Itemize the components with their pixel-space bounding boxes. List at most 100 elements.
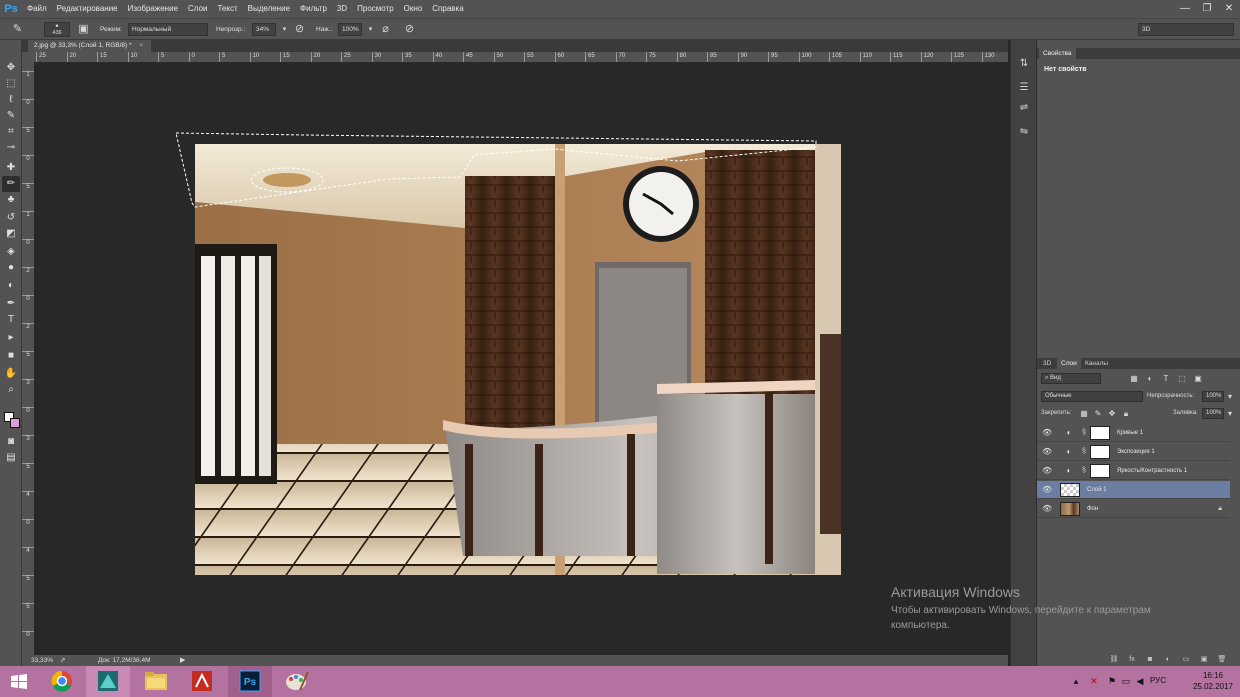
layer-row[interactable]: 👁︎ ◐ § Яркость/Контрастность 1	[1037, 462, 1230, 480]
tray-volume-icon[interactable]: ◀	[1134, 675, 1146, 687]
status-menu-arrow-icon[interactable]: ▶	[180, 655, 185, 666]
delete-layer-icon[interactable]: 🗑︎	[1217, 655, 1227, 665]
filter-smart-icon[interactable]: ▣	[1193, 373, 1203, 384]
mask-link-icon[interactable]: §	[1080, 428, 1088, 438]
opacity-field[interactable]: 34%	[252, 23, 276, 36]
menu-filter[interactable]: Фильтр	[295, 0, 332, 18]
opacity-dropdown-icon[interactable]: ▾	[277, 22, 292, 37]
zoom-level[interactable]: 33,33%	[31, 655, 53, 666]
tray-network-warning-icon[interactable]: ✕	[1088, 675, 1100, 687]
fill-field[interactable]: 100%	[1202, 408, 1224, 419]
export-icon[interactable]: ⇗	[60, 655, 65, 666]
lock-pixels-icon[interactable]: ✎	[1093, 408, 1103, 419]
menu-window[interactable]: Окно	[399, 0, 428, 18]
layer-row[interactable]: 👁︎ Слой 1	[1037, 481, 1230, 499]
horizontal-ruler[interactable]: 25 20 15 10 5 0 5 10 15 20 25 30 35 40 45 50 55 60 65 70 75 8…	[34, 52, 1008, 63]
start-button[interactable]	[0, 666, 40, 697]
filter-type-icon[interactable]: T	[1161, 373, 1171, 384]
layer-name[interactable]: Кривые 1	[1117, 424, 1143, 442]
actions-panel-icon[interactable]: ⇋	[1015, 124, 1033, 140]
tab-3d[interactable]: 3D	[1039, 358, 1055, 369]
visibility-eye-icon[interactable]: 👁︎	[1042, 504, 1052, 514]
eraser-tool-icon[interactable]: ◩	[2, 226, 20, 242]
brush-size-picker[interactable]: • 436	[44, 22, 70, 37]
visibility-eye-icon[interactable]: 👁︎	[1042, 428, 1052, 438]
filter-shape-icon[interactable]: ⬚	[1177, 373, 1187, 384]
add-mask-icon[interactable]: ◙	[1145, 655, 1155, 665]
hand-tool-icon[interactable]: ✋	[2, 366, 20, 382]
layer-name[interactable]: Фон	[1087, 500, 1098, 518]
quick-select-tool-icon[interactable]: ✎	[2, 108, 20, 124]
zoom-tool-icon[interactable]: ⌕	[2, 382, 20, 398]
properties-panel-icon[interactable]: ☰	[1015, 80, 1033, 96]
taskbar-acrobat[interactable]	[180, 666, 224, 697]
stamp-tool-icon[interactable]: ♣	[2, 192, 20, 208]
document-info[interactable]: Док: 17,2M/38,4M	[98, 655, 150, 666]
mask-link-icon[interactable]: §	[1080, 447, 1088, 457]
visibility-eye-icon[interactable]: 👁︎	[1042, 447, 1052, 457]
layer-style-icon[interactable]: fx	[1127, 655, 1137, 665]
layer-blend-mode-select[interactable]: Обычные	[1041, 391, 1143, 402]
layer-row[interactable]: 👁︎ Фон 🔒︎	[1037, 500, 1230, 518]
tab-properties[interactable]: Свойства	[1039, 48, 1076, 59]
document-tab[interactable]: 2.jpg @ 33,3% (Слой 1, RGB/8) * ×	[28, 40, 152, 52]
minimize-button[interactable]: —	[1174, 0, 1196, 18]
filter-adjust-icon[interactable]: ◐	[1145, 373, 1155, 384]
new-layer-icon[interactable]: ▣	[1199, 655, 1209, 665]
layer-name[interactable]: Экспозиция 1	[1117, 443, 1155, 461]
menu-file[interactable]: Файл	[22, 0, 52, 18]
eyedropper-tool-icon[interactable]: ⊸	[2, 140, 20, 156]
tab-channels[interactable]: Каналы	[1081, 358, 1112, 369]
taskbar-photoshop[interactable]: Ps	[228, 666, 272, 697]
layer-thumbnail[interactable]	[1090, 445, 1110, 459]
menu-help[interactable]: Справка	[427, 0, 468, 18]
layer-thumbnail[interactable]	[1090, 426, 1110, 440]
bucket-tool-icon[interactable]: ◈	[2, 244, 20, 260]
menu-layers[interactable]: Слои	[183, 0, 212, 18]
workspace-select[interactable]: 3D	[1138, 23, 1234, 36]
brush-tool-icon[interactable]: ✏	[2, 176, 20, 192]
screen-mode-icon[interactable]: ▤	[2, 450, 20, 466]
history-panel-icon[interactable]: ⇅	[1015, 56, 1033, 72]
close-tab-icon[interactable]: ×	[139, 42, 143, 49]
brush-panel-icon[interactable]: ▣	[76, 22, 91, 37]
type-tool-icon[interactable]: T	[2, 312, 20, 328]
move-tool-icon[interactable]: ✥	[2, 60, 20, 76]
layer-opacity-field[interactable]: 100%	[1202, 391, 1224, 402]
healing-tool-icon[interactable]: ✚	[2, 160, 20, 176]
tray-monitor-icon[interactable]: ▭	[1120, 675, 1132, 687]
taskbar-explorer[interactable]	[134, 666, 178, 697]
taskbar-chrome[interactable]	[40, 666, 84, 697]
layer-thumbnail[interactable]	[1090, 464, 1110, 478]
history-brush-tool-icon[interactable]: ↺	[2, 210, 20, 226]
tablet-size-icon[interactable]: ⊘	[402, 22, 417, 37]
menu-view[interactable]: Просмотр	[352, 0, 399, 18]
mask-link-icon[interactable]: §	[1080, 466, 1088, 476]
layer-opacity-dropdown-icon[interactable]: ▾	[1225, 391, 1235, 402]
visibility-eye-icon[interactable]: 👁︎	[1042, 466, 1052, 476]
tab-layers[interactable]: Слои	[1057, 358, 1081, 369]
menu-3d[interactable]: 3D	[332, 0, 352, 18]
menu-type[interactable]: Текст	[212, 0, 242, 18]
tray-flag-icon[interactable]: ⚑	[1106, 675, 1118, 687]
layer-name[interactable]: Яркость/Контрастность 1	[1117, 462, 1187, 480]
lock-transparency-icon[interactable]: ▦	[1079, 408, 1089, 419]
pen-tool-icon[interactable]: ✒	[2, 296, 20, 312]
marquee-tool-icon[interactable]: ⬚	[2, 76, 20, 92]
ruler-origin[interactable]	[22, 52, 34, 63]
layer-row[interactable]: 👁︎ ◐ § Кривые 1	[1037, 424, 1230, 442]
tray-language[interactable]: РУС	[1150, 676, 1166, 685]
new-group-icon[interactable]: ▭	[1181, 655, 1191, 665]
lock-position-icon[interactable]: ✥	[1107, 408, 1117, 419]
layer-row[interactable]: 👁︎ ◐ § Экспозиция 1	[1037, 443, 1230, 461]
visibility-eye-icon[interactable]: 👁︎	[1042, 485, 1052, 495]
blend-mode-select[interactable]: Нормальный	[128, 23, 208, 36]
close-button[interactable]: ✕	[1218, 0, 1240, 18]
background-color-swatch[interactable]	[10, 418, 20, 428]
lock-all-icon[interactable]: 🔒︎	[1121, 408, 1131, 419]
new-adjustment-icon[interactable]: ◐	[1163, 655, 1173, 665]
quick-mask-icon[interactable]: ◙	[2, 434, 20, 450]
crop-tool-icon[interactable]: ⌗	[2, 124, 20, 140]
taskbar-autodesk[interactable]	[86, 666, 130, 697]
shape-tool-icon[interactable]: ■	[2, 348, 20, 364]
